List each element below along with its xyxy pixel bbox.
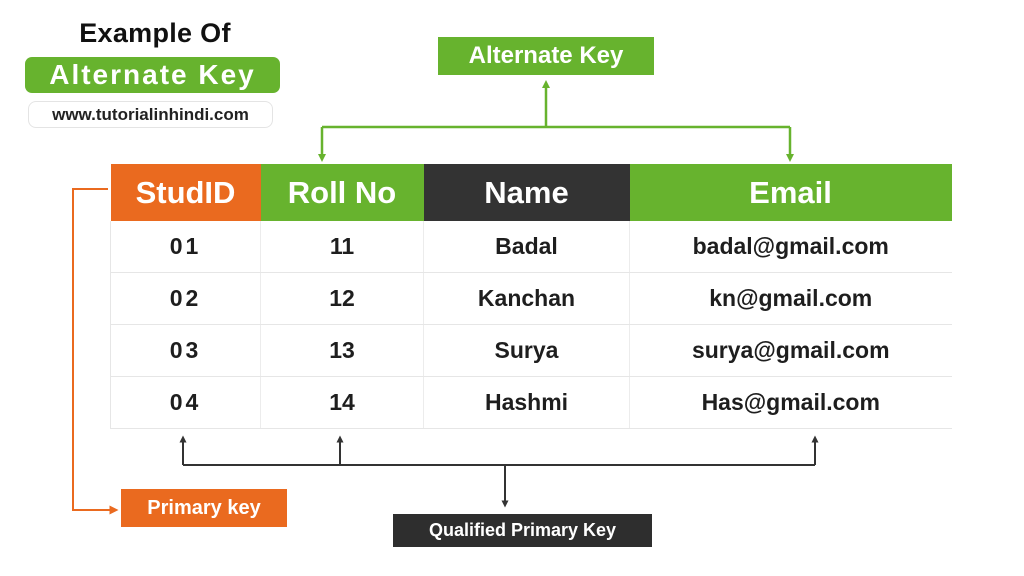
table-header-row: StudID Roll No Name Email [110,164,952,221]
primary-key-connector [72,188,119,515]
table-row: 04 14 Hashmi Has@gmail.com [110,376,952,429]
primary-key-label: Primary key [121,489,287,527]
column-header-roll-no: Roll No [260,164,424,221]
cell-studid: 03 [110,324,261,377]
cell-name: Badal [423,221,630,273]
cell-roll-no: 13 [260,324,424,377]
alternate-key-connector [318,80,794,162]
table-row: 02 12 Kanchan kn@gmail.com [110,272,952,325]
student-table: StudID Roll No Name Email 01 11 Badal ba… [110,164,952,429]
cell-roll-no: 11 [260,221,424,273]
cell-roll-no: 12 [260,272,424,325]
cell-studid: 02 [110,272,261,325]
title-alternate-key-badge: Alternate Key [25,57,280,93]
cell-email: badal@gmail.com [629,221,952,273]
column-header-name: Name [423,164,630,221]
cell-email: Has@gmail.com [629,376,952,429]
title-example-of: Example Of [79,18,231,48]
cell-email: surya@gmail.com [629,324,952,377]
website-url: www.tutorialinhindi.com [28,101,273,128]
cell-name: Surya [423,324,630,377]
alternate-key-label: Alternate Key [438,37,654,75]
cell-name: Kanchan [423,272,630,325]
table-row: 01 11 Badal badal@gmail.com [110,221,952,273]
qualified-primary-key-label: Qualified Primary Key [393,514,652,547]
cell-email: kn@gmail.com [629,272,952,325]
cell-roll-no: 14 [260,376,424,429]
cell-name: Hashmi [423,376,630,429]
column-header-email: Email [629,164,952,221]
table-row: 03 13 Surya surya@gmail.com [110,324,952,377]
column-header-studid: StudID [110,164,261,221]
primary-key-path [72,188,119,515]
cell-studid: 01 [110,221,261,273]
cell-studid: 04 [110,376,261,429]
